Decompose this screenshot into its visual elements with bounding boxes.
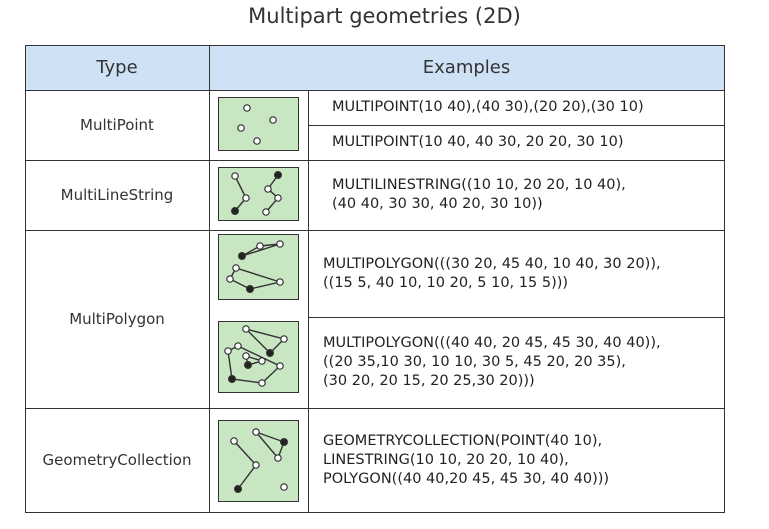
row-divider bbox=[25, 160, 725, 161]
wkt-multipolygon-2: MULTIPOLYGON(((40 40, 20 45, 45 30, 40 4… bbox=[323, 335, 661, 389]
type-geometrycollection: GeometryCollection bbox=[42, 451, 192, 469]
multipolygon-thumbnail-1 bbox=[218, 234, 299, 300]
wkt-multipolygon-1: MULTIPOLYGON(((30 20, 45 40, 10 40, 30 2… bbox=[323, 255, 661, 291]
header-type: Type bbox=[25, 45, 209, 90]
multipolygon-thumbnail-2 bbox=[218, 321, 299, 393]
type-multipolygon: MultiPolygon bbox=[69, 310, 165, 328]
page-title: Multipart geometries (2D) bbox=[248, 4, 521, 28]
wkt-multipoint-2: MULTIPOINT(10 40, 40 30, 20 20, 30 10) bbox=[332, 134, 624, 150]
header-divider bbox=[25, 90, 725, 91]
geometrycollection-thumbnail bbox=[218, 420, 299, 502]
table-border-left bbox=[25, 45, 26, 513]
row-divider bbox=[25, 230, 725, 231]
table-border-top bbox=[25, 45, 725, 46]
multipoint-thumbnail bbox=[218, 97, 299, 151]
wkt-multilinestring: MULTILINESTRING((10 10, 20 20, 10 40), (… bbox=[332, 177, 626, 212]
type-multipoint: MultiPoint bbox=[80, 116, 154, 134]
multilinestring-thumbnail bbox=[218, 167, 299, 221]
subrow-divider bbox=[308, 317, 725, 318]
wkt-geometrycollection: GEOMETRYCOLLECTION(POINT(40 10), LINESTR… bbox=[323, 432, 610, 487]
row-divider bbox=[25, 408, 725, 409]
subrow-divider bbox=[308, 125, 725, 126]
wkt-multipoint-1: MULTIPOINT(10 40),(40 30),(20 20),(30 10… bbox=[332, 99, 644, 115]
inner-divider bbox=[308, 230, 309, 512]
table-border-right bbox=[724, 45, 725, 513]
column-divider bbox=[209, 45, 210, 513]
header-examples: Examples bbox=[209, 45, 724, 90]
inner-divider bbox=[308, 90, 309, 230]
table-border-bottom bbox=[25, 512, 725, 513]
type-multilinestring: MultiLineString bbox=[60, 186, 174, 204]
